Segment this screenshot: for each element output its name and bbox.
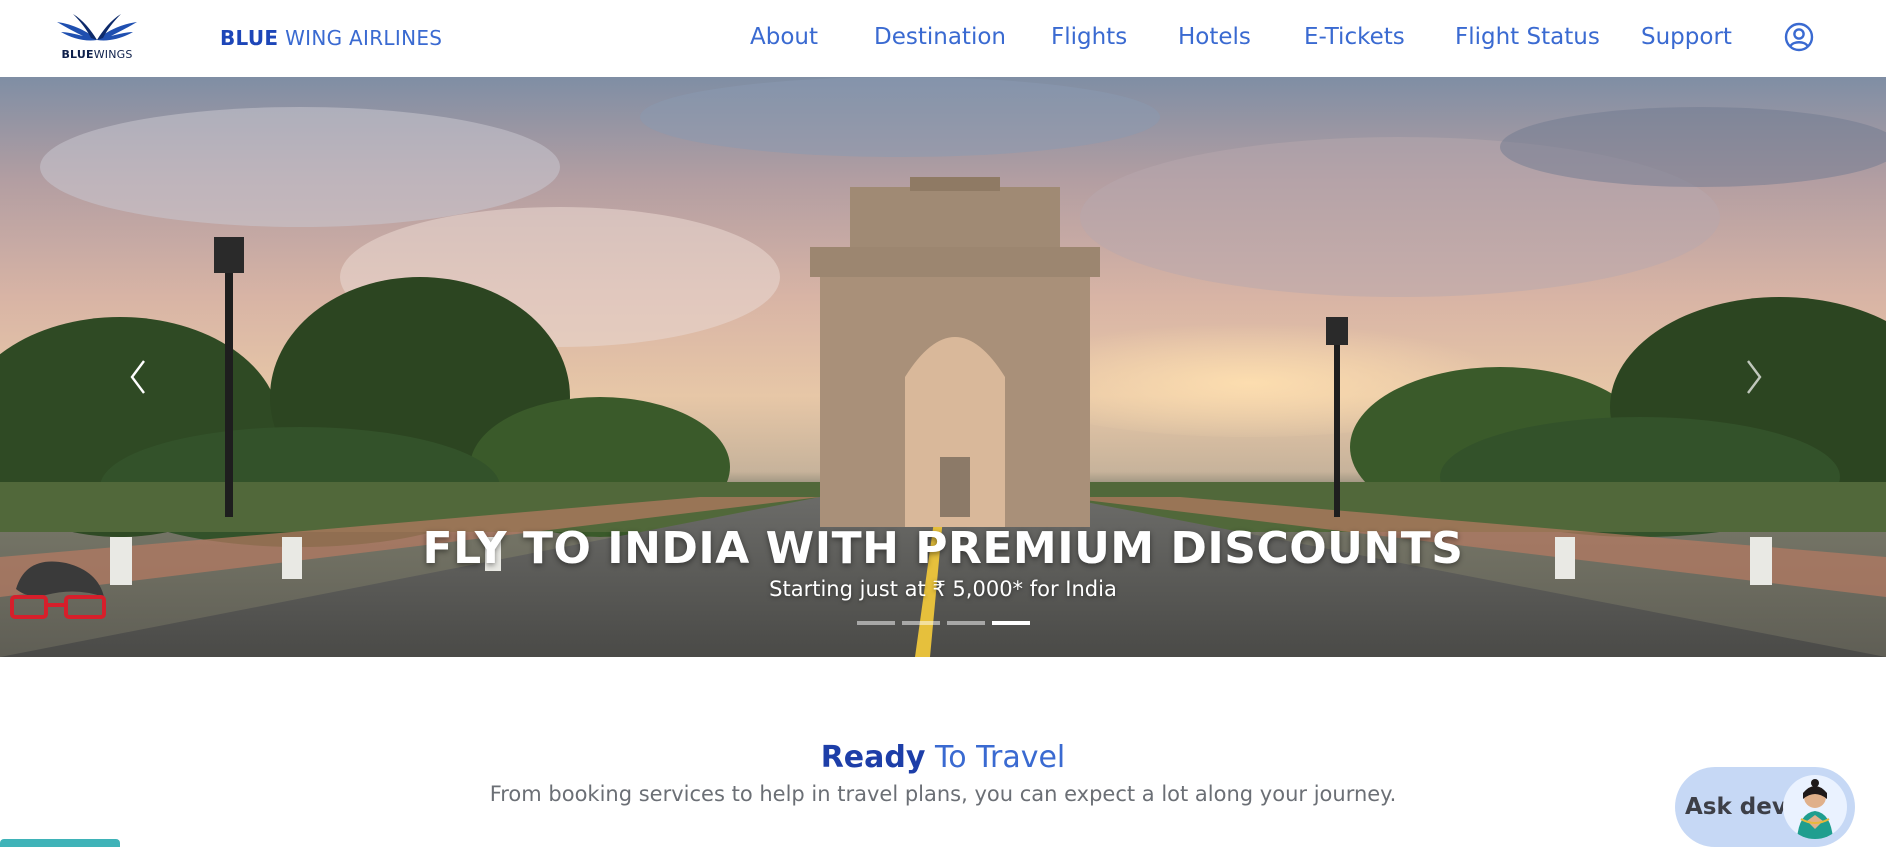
carousel-indicator-4[interactable]: [992, 621, 1030, 625]
bottom-left-tab[interactable]: [0, 839, 120, 847]
carousel-indicators: [857, 621, 1030, 625]
ask-devi-label: Ask devi: [1685, 794, 1795, 820]
carousel-indicator-3[interactable]: [947, 621, 985, 625]
ready-title-bold: Ready: [820, 740, 926, 775]
devi-assistant-icon: [1797, 779, 1833, 839]
nav-destination[interactable]: Destination: [874, 24, 1006, 50]
carousel-indicator-2[interactable]: [902, 621, 940, 625]
carousel-indicator-1[interactable]: [857, 621, 895, 625]
mascot-glasses-icon[interactable]: [6, 549, 110, 657]
chevron-right-icon[interactable]: [1732, 347, 1772, 407]
nav-e-tickets[interactable]: E-Tickets: [1304, 24, 1405, 50]
nav-flights[interactable]: Flights: [1051, 24, 1127, 50]
devi-avatar: [1783, 775, 1847, 839]
user-circle-icon[interactable]: [1784, 22, 1814, 52]
ready-title-rest: To Travel: [925, 740, 1066, 775]
ready-to-travel-heading: Ready To Travel: [0, 740, 1886, 775]
ask-devi-assistant-button[interactable]: Ask devi: [1675, 767, 1855, 847]
nav-support[interactable]: Support: [1641, 24, 1732, 50]
top-header: BLUEWINGS BLUE WING AIRLINES About Desti…: [0, 0, 1886, 77]
nav-about[interactable]: About: [750, 24, 818, 50]
chevron-left-icon[interactable]: [120, 347, 160, 407]
ready-to-travel-subtitle: From booking services to help in travel …: [489, 782, 1397, 806]
nav-flight-status[interactable]: Flight Status: [1455, 24, 1600, 50]
hero-title: FLY TO INDIA WITH PREMIUM DISCOUNTS: [422, 523, 1464, 574]
hero-subtitle: Starting just at ₹ 5,000* for India: [769, 577, 1117, 601]
nav-hotels[interactable]: Hotels: [1178, 24, 1251, 50]
hero-carousel: FLY TO INDIA WITH PREMIUM DISCOUNTS Star…: [0, 77, 1886, 657]
main-nav: About Destination Flights Hotels E-Ticke…: [0, 24, 1886, 54]
